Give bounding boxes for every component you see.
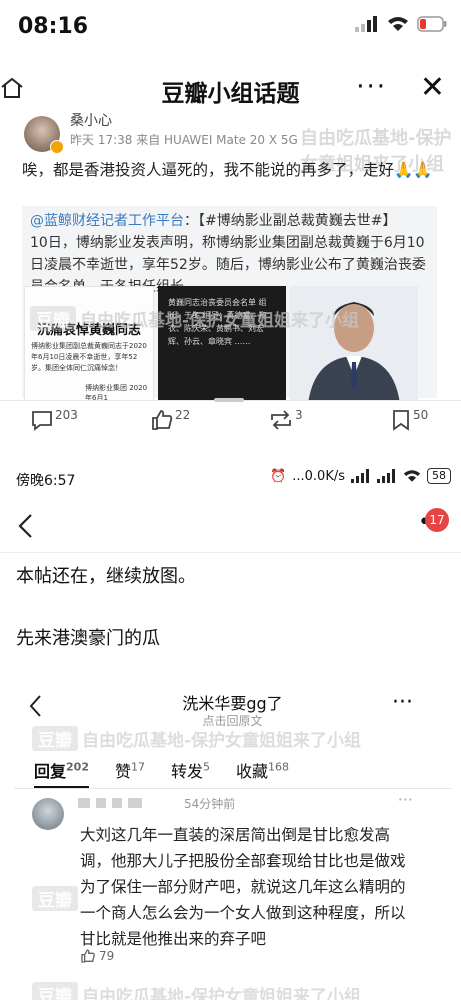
post-card: 桑小心 昨天 17:38 来自 HUAWEI Mate 20 X 5G 自由吃瓜… [0,110,461,410]
watermark-overlay: 豆瓣 自由吃瓜基地-保护女童姐姐来了小组 [32,982,361,1000]
post-image-3[interactable] [290,286,418,404]
redaction-block [128,798,142,808]
alarm-icon: ⏰ [270,468,287,484]
wifi-icon [403,470,421,482]
status-icons-2: ⏰ ...0.0K/s 58 [270,468,451,484]
comment-text: 大刘这几年一直装的深居简出倒是甘比愈发高调，他那大儿子把股份全部套现给甘比也是做… [80,826,406,948]
tab-reply[interactable]: 回复202 [34,758,89,789]
wifi-icon [388,17,408,31]
tab-like[interactable]: 赞17 [115,758,145,789]
action-bar: 203 22 3 50 [0,398,461,456]
status-time-2: 傍晚6:57 [16,473,76,489]
collect-count: 50 [413,408,429,422]
bookmark-icon [393,410,409,431]
tab-label: 回复 [34,762,67,781]
post-image-2[interactable]: 黄巍同志治丧委员会名单 组长：于冬 组员：蒋德富、齐衣、陈庆荣、黄鹏书、刘宏辉、… [158,286,286,404]
verified-badge-icon [50,140,64,154]
comment-like-count: 79 [99,949,115,963]
like-button[interactable]: 22 [150,408,190,432]
tab-label: 转发 [171,762,204,781]
signal-icon [351,469,369,483]
thumbs-up-icon [152,410,173,430]
top-nav: 豆瓣小组话题 ··· ✕ [0,58,461,118]
watermark-overlay: 豆瓣 [32,886,82,911]
tab-count: 5 [203,760,211,774]
thumbs-up-icon [81,949,95,963]
comment-time: 54分钟前 [184,797,236,811]
post-username[interactable]: 桑小心 [70,110,112,130]
signal-icon [355,16,377,32]
tab-repost[interactable]: 转发5 [171,758,210,789]
status-bar: 08:16 [0,0,461,58]
drag-handle[interactable] [214,398,244,402]
comment-icon [32,411,52,431]
divider [14,788,451,789]
quoted-topic: ：【#博纳影业副总裁黄巍去世#】 [184,213,397,229]
status-bar-2: 傍晚6:57 ⏰ ...0.0K/s 58 [0,462,461,496]
embedded-screenshot: 洗米华要gg了 点击回原文 ··· 豆瓣 自由吃瓜基地-保护女童姐姐来了小组 回复… [14,676,451,1000]
tab-label: 赞 [114,762,131,781]
redacted-username [78,798,142,808]
watermark-text: 自由吃瓜基地-保护女童姐姐来了小组 [82,987,362,1000]
image-body-text: 博纳影业集团副总裁黄巍同志于2020年6月10日凌晨不幸逝世，享年52岁。集团全… [31,342,147,372]
redaction-block [96,798,106,808]
reply-count: 203 [55,408,78,422]
quoted-author-link[interactable]: @蓝鲸财经记者工作平台 [30,213,184,229]
signal-icon [377,469,395,483]
tab-count: 202 [66,760,89,774]
watermark-text: 自由吃瓜基地-保护女童姐姐来了小组 [80,311,360,331]
tab-bar: 回复202 赞17 转发5 收藏168 [34,758,289,789]
post-image-1[interactable]: 沉痛哀悼黄巍同志 博纳影业集团副总裁黄巍同志于2020年6月10日凌晨不幸逝世，… [24,286,154,406]
quoted-text: @蓝鲸财经记者工作平台：【#博纳影业副总裁黄巍去世#】 10日，博纳影业发表声明… [30,210,430,298]
body-paragraph: 先来港澳豪门的瓜 [16,628,160,649]
tab-count: 168 [268,760,290,774]
like-count: 22 [175,408,191,422]
more-button[interactable]: ··· [392,690,413,715]
watermark-overlay: 豆瓣 自由吃瓜基地-保护女童姐姐来了小组 [30,306,359,331]
topic-title: 洗米华要gg了 [182,694,283,713]
post-nav: • 17 [0,500,461,553]
portrait-photo [290,286,418,404]
body-paragraph: 本帖还在，继续放图。 [16,566,196,587]
watermark-text: 自由吃瓜基地-保护女童姐姐来了小组 [82,731,362,751]
battery-level: 58 [427,468,451,484]
network-speed: ...0.0K/s [292,468,345,484]
reply-button[interactable]: 203 [30,408,78,432]
redaction-block [112,798,122,808]
comment-like-button[interactable]: 79 [80,948,114,964]
post-meta: 昨天 17:38 来自 HUAWEI Mate 20 X 5G [70,133,298,147]
status-icons [355,16,447,32]
more-button[interactable]: ··· [356,72,387,102]
post-text: 唉，都是香港投资人逼死的，我不能说的再多了，走好🙏🙏 [22,161,433,179]
battery-icon [417,16,447,32]
watermark-logo: 豆瓣 [32,982,78,1000]
watermark-logo: 豆瓣 [30,306,76,331]
avatar[interactable] [32,798,64,830]
page-title: 豆瓣小组话题 [161,81,300,107]
repost-count: 3 [295,408,303,422]
repost-icon [271,410,291,430]
comment-more-button[interactable]: ··· [398,790,413,809]
notification-badge[interactable]: 17 [425,508,449,532]
tab-label: 收藏 [236,762,269,781]
close-icon[interactable]: ✕ [420,70,445,105]
collect-button[interactable]: 50 [390,408,428,432]
tab-collect[interactable]: 收藏168 [236,758,289,789]
status-time: 08:16 [18,14,89,39]
watermark-logo: 豆瓣 [32,886,78,911]
watermark-overlay: 豆瓣 自由吃瓜基地-保护女童姐姐来了小组 [32,726,451,751]
tab-count: 17 [131,760,145,774]
redaction-block [78,798,90,808]
repost-button[interactable]: 3 [268,408,303,432]
back-icon[interactable] [16,512,36,544]
watermark-logo: 豆瓣 [32,726,78,751]
